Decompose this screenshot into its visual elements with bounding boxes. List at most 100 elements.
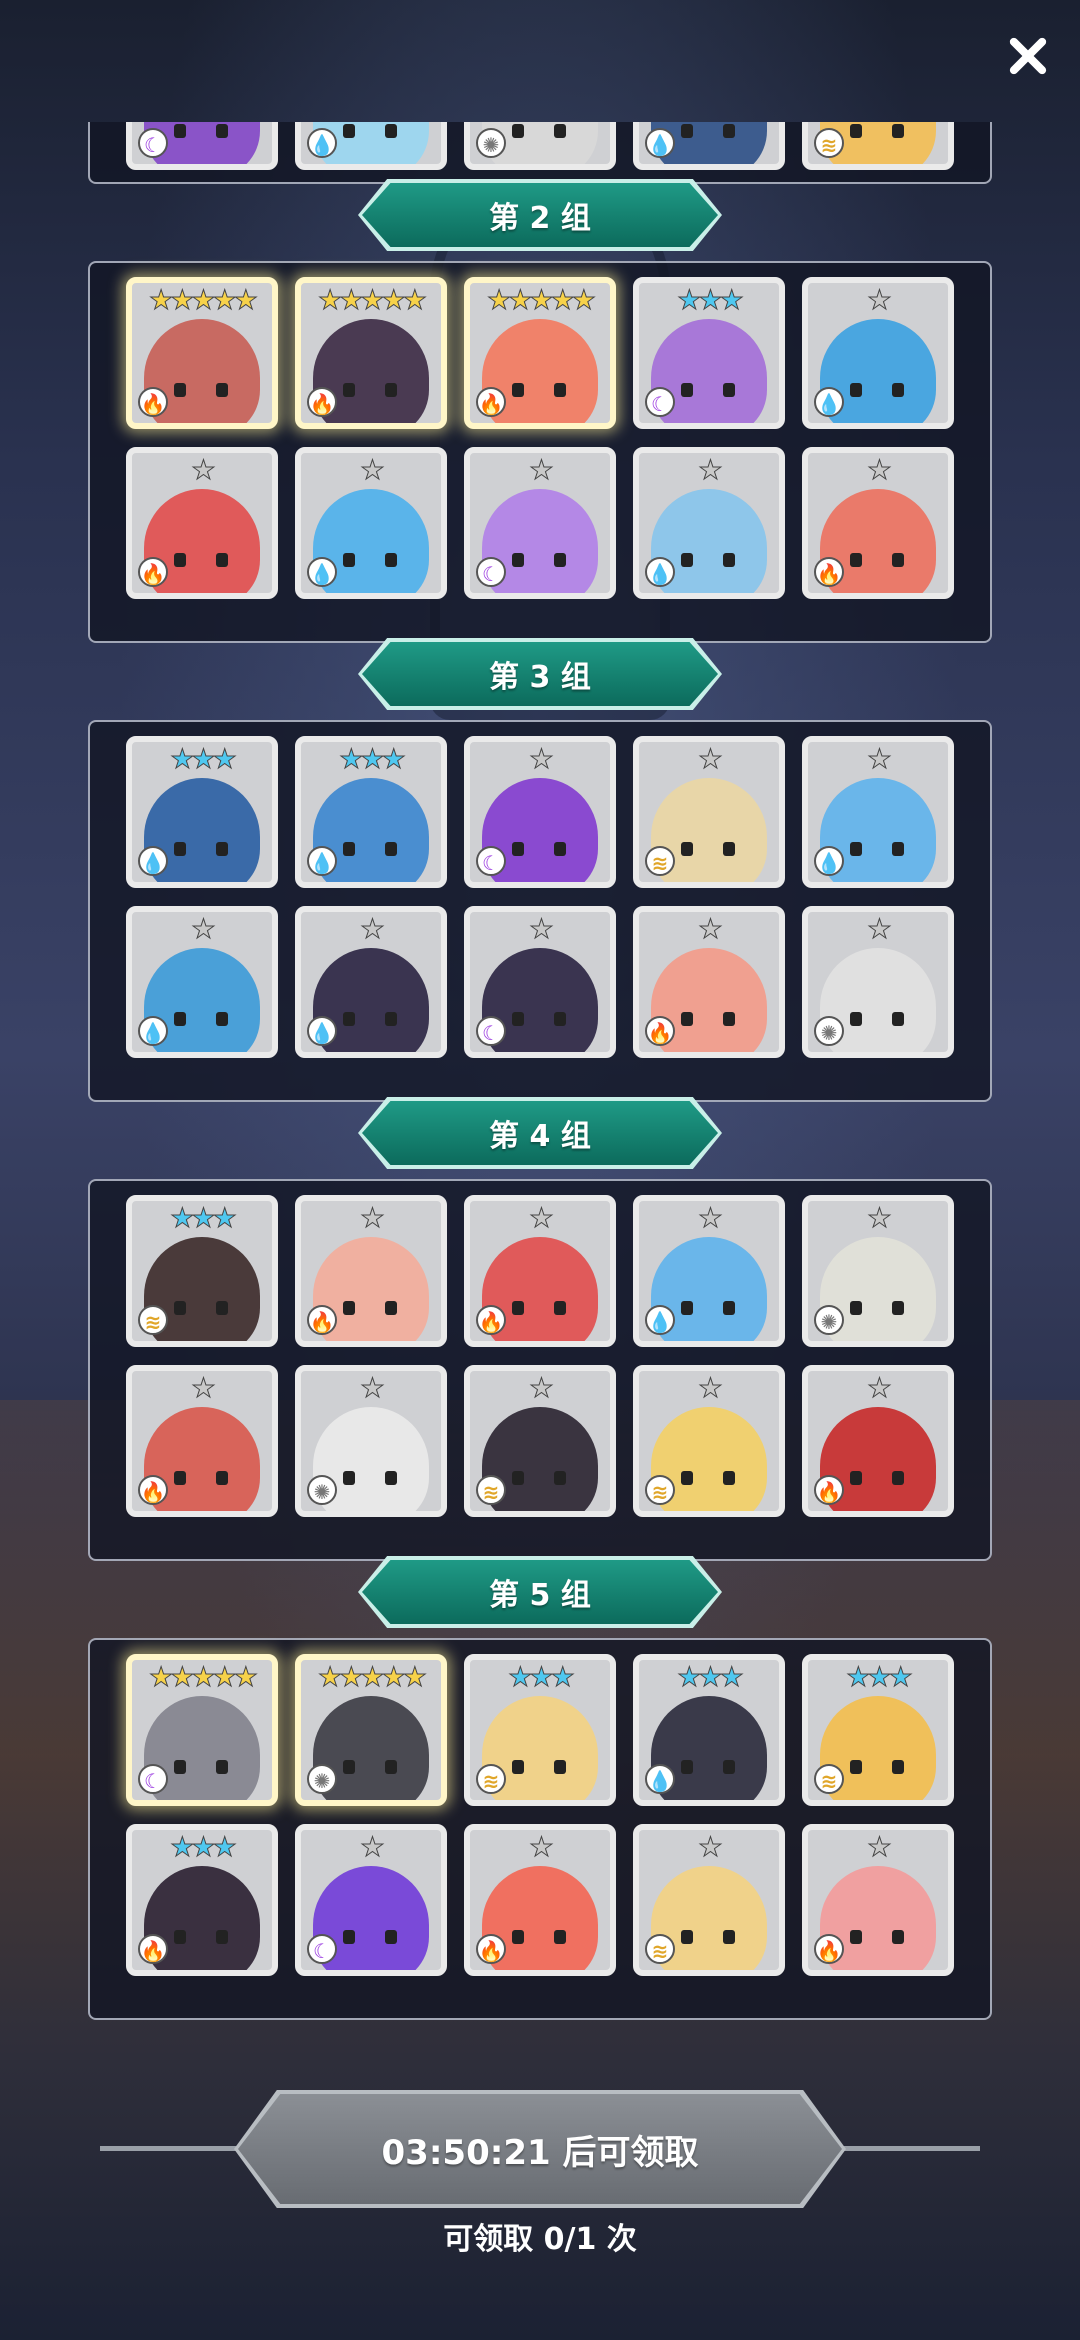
hero-card[interactable]: ★★★ ☾ [633, 277, 785, 429]
hero-card[interactable]: ★★★ 💧 [633, 1654, 785, 1806]
fire-element-icon: 🔥 [138, 1934, 168, 1964]
hero-card[interactable]: ★ ≋ [633, 736, 785, 888]
hero-star-rating: ★★★ [677, 285, 745, 316]
fire-element-icon: 🔥 [476, 1934, 506, 1964]
hero-star-rating: ★★★ [170, 1832, 238, 1863]
hero-star-rating: ★★★ [677, 1662, 745, 1693]
hero-card[interactable]: ★ 🔥 [464, 1195, 616, 1347]
hero-grid: ★★★★★ ☾ ★★★★★ ✺ ★★★ ≋ ★★★ 💧 ★★★ ≋ ★★★ 🔥 ★ ☾ ★ 🔥 ★ ≋ ★ 🔥 [126, 1654, 954, 1976]
group-title: 第 3 组 [489, 660, 591, 695]
hero-card[interactable]: ★ 🔥 [464, 1824, 616, 1976]
fire-element-icon: 🔥 [476, 387, 506, 417]
light-element-icon: ✺ [307, 1764, 337, 1794]
light-element-icon: ✺ [814, 1305, 844, 1335]
hero-group-panel: ★★★ 💧 ★★★ 💧 ★ ☾ ★ ≋ ★ 💧 ★ 💧 ★ 💧 ★ ☾ ★ 🔥 ★ ✺ [88, 720, 992, 1102]
fire-element-icon: 🔥 [138, 557, 168, 587]
hero-card[interactable]: ★★★ 💧 [126, 736, 278, 888]
hero-star-rating: ★★★★★ [148, 285, 258, 316]
hero-star-rating: ★★★ [170, 744, 238, 775]
hero-card[interactable]: ✺ [464, 122, 616, 170]
hero-star-rating: ★ [360, 1832, 385, 1863]
hero-star-rating: ★ [698, 455, 723, 486]
close-icon[interactable] [1000, 28, 1056, 84]
water-element-icon: 💧 [307, 846, 337, 876]
hero-group-panel: ★★★★★ 🔥 ★★★★★ 🔥 ★★★★★ 🔥 ★★★ ☾ ★ 💧 ★ 🔥 ★ 💧 ★ ☾ ★ 💧 ★ 🔥 [88, 261, 992, 643]
fire-element-icon: 🔥 [138, 1475, 168, 1505]
hero-card[interactable]: ★ ≋ [633, 1365, 785, 1517]
hero-grid: ★★★ 💧 ★★★ 💧 ★ ☾ ★ ≋ ★ 💧 ★ 💧 ★ 💧 ★ ☾ ★ 🔥 ★ ✺ [126, 736, 954, 1058]
hero-card[interactable]: ★★★★★ ☾ [126, 1654, 278, 1806]
hero-card[interactable]: ★ ≋ [464, 1365, 616, 1517]
hero-star-rating: ★★★ [339, 744, 407, 775]
claim-button[interactable]: 03:50:21 后可领取 [234, 2090, 846, 2208]
hero-card[interactable]: ★★★ ≋ [126, 1195, 278, 1347]
hero-card[interactable]: ★ 🔥 [802, 1365, 954, 1517]
wind-element-icon: ≋ [645, 1475, 675, 1505]
dark-element-icon: ☾ [307, 1934, 337, 1964]
hero-card[interactable]: ★ 🔥 [802, 447, 954, 599]
hero-card[interactable]: ★ ☾ [295, 1824, 447, 1976]
hero-card[interactable]: 💧 [633, 122, 785, 170]
water-element-icon: 💧 [645, 557, 675, 587]
fire-element-icon: 🔥 [307, 387, 337, 417]
hero-star-rating: ★ [867, 455, 892, 486]
light-element-icon: ✺ [307, 1475, 337, 1505]
hero-card[interactable]: ≋ [802, 122, 954, 170]
hero-card[interactable]: ★★★★★ 🔥 [126, 277, 278, 429]
hero-card[interactable]: ★★★★★ 🔥 [295, 277, 447, 429]
water-element-icon: 💧 [138, 846, 168, 876]
dark-element-icon: ☾ [476, 846, 506, 876]
hero-star-rating: ★ [360, 914, 385, 945]
group-title-banner: 第 3 组 [358, 638, 722, 710]
hero-group: ★★★★★ ☾ ★★★★★ ✺ ★★★ ≋ ★★★ 💧 ★★★ ≋ ★★★ 🔥 ★ ☾ ★ 🔥 ★ ≋ ★ 🔥 [0, 1638, 1080, 2052]
hero-card[interactable]: ★ 🔥 [126, 447, 278, 599]
hero-group-list-content: ☾ 💧 ✺ 💧 ≋ 第 2 组 ★★★★★ 🔥 ★★★★★ 🔥 ★★★★★ 🔥 ★★★ ☾ ★ 💧 ★ 🔥 ★ 💧 ★ ☾… [0, 122, 1080, 2052]
hero-card[interactable]: ★ 💧 [295, 447, 447, 599]
hero-star-rating: ★★★ [508, 1662, 576, 1693]
hero-card[interactable]: ★★★ 🔥 [126, 1824, 278, 1976]
group-title-banner: 第 4 组 [358, 1097, 722, 1169]
hero-card[interactable]: ★ ☾ [464, 906, 616, 1058]
hero-card[interactable]: ★ 💧 [633, 1195, 785, 1347]
hero-group-panel: ★★★★★ ☾ ★★★★★ ✺ ★★★ ≋ ★★★ 💧 ★★★ ≋ ★★★ 🔥 ★ ☾ ★ 🔥 ★ ≋ ★ 🔥 [88, 1638, 992, 2020]
hero-card[interactable]: ★ 💧 [802, 736, 954, 888]
hero-card[interactable]: ★★★ ≋ [802, 1654, 954, 1806]
hero-card[interactable]: ★ 🔥 [126, 1365, 278, 1517]
hero-card[interactable]: ★★★ ≋ [464, 1654, 616, 1806]
hero-card[interactable]: ★ 💧 [633, 447, 785, 599]
dark-element-icon: ☾ [645, 387, 675, 417]
hero-card[interactable]: ★ ✺ [802, 1195, 954, 1347]
fire-element-icon: 🔥 [645, 1016, 675, 1046]
hero-card[interactable]: ★ ≋ [633, 1824, 785, 1976]
hero-card[interactable]: ★ 🔥 [802, 1824, 954, 1976]
hero-star-rating: ★★★★★ [148, 1662, 258, 1693]
hero-card[interactable]: ★ ✺ [295, 1365, 447, 1517]
fire-element-icon: 🔥 [307, 1305, 337, 1335]
hero-card[interactable]: ★★★ 💧 [295, 736, 447, 888]
hero-star-rating: ★ [529, 1203, 554, 1234]
water-element-icon: 💧 [307, 1016, 337, 1046]
light-element-icon: ✺ [814, 1016, 844, 1046]
wind-element-icon: ≋ [814, 1764, 844, 1794]
fire-element-icon: 🔥 [138, 387, 168, 417]
hero-card[interactable]: ★★★★★ 🔥 [464, 277, 616, 429]
hero-card[interactable]: ★ ☾ [464, 447, 616, 599]
dark-element-icon: ☾ [138, 128, 168, 158]
hero-card[interactable]: ★ ☾ [464, 736, 616, 888]
light-element-icon: ✺ [476, 128, 506, 158]
hero-star-rating: ★ [867, 285, 892, 316]
fire-element-icon: 🔥 [814, 1934, 844, 1964]
hero-card[interactable]: 💧 [295, 122, 447, 170]
hero-card[interactable]: ★ 💧 [802, 277, 954, 429]
hero-card[interactable]: ☾ [126, 122, 278, 170]
hero-card[interactable]: ★ 💧 [126, 906, 278, 1058]
hero-card[interactable]: ★ ✺ [802, 906, 954, 1058]
hero-card[interactable]: ★★★★★ ✺ [295, 1654, 447, 1806]
hero-card[interactable]: ★ 💧 [295, 906, 447, 1058]
hero-group-list[interactable]: ☾ 💧 ✺ 💧 ≋ 第 2 组 ★★★★★ 🔥 ★★★★★ 🔥 ★★★★★ 🔥 ★★★ ☾ ★ 💧 ★ 🔥 ★ 💧 ★ ☾… [0, 122, 1080, 2052]
hero-card[interactable]: ★ 🔥 [633, 906, 785, 1058]
group-title: 第 2 组 [489, 201, 591, 236]
hero-card[interactable]: ★ 🔥 [295, 1195, 447, 1347]
fire-element-icon: 🔥 [814, 1475, 844, 1505]
hero-star-rating: ★ [360, 1203, 385, 1234]
